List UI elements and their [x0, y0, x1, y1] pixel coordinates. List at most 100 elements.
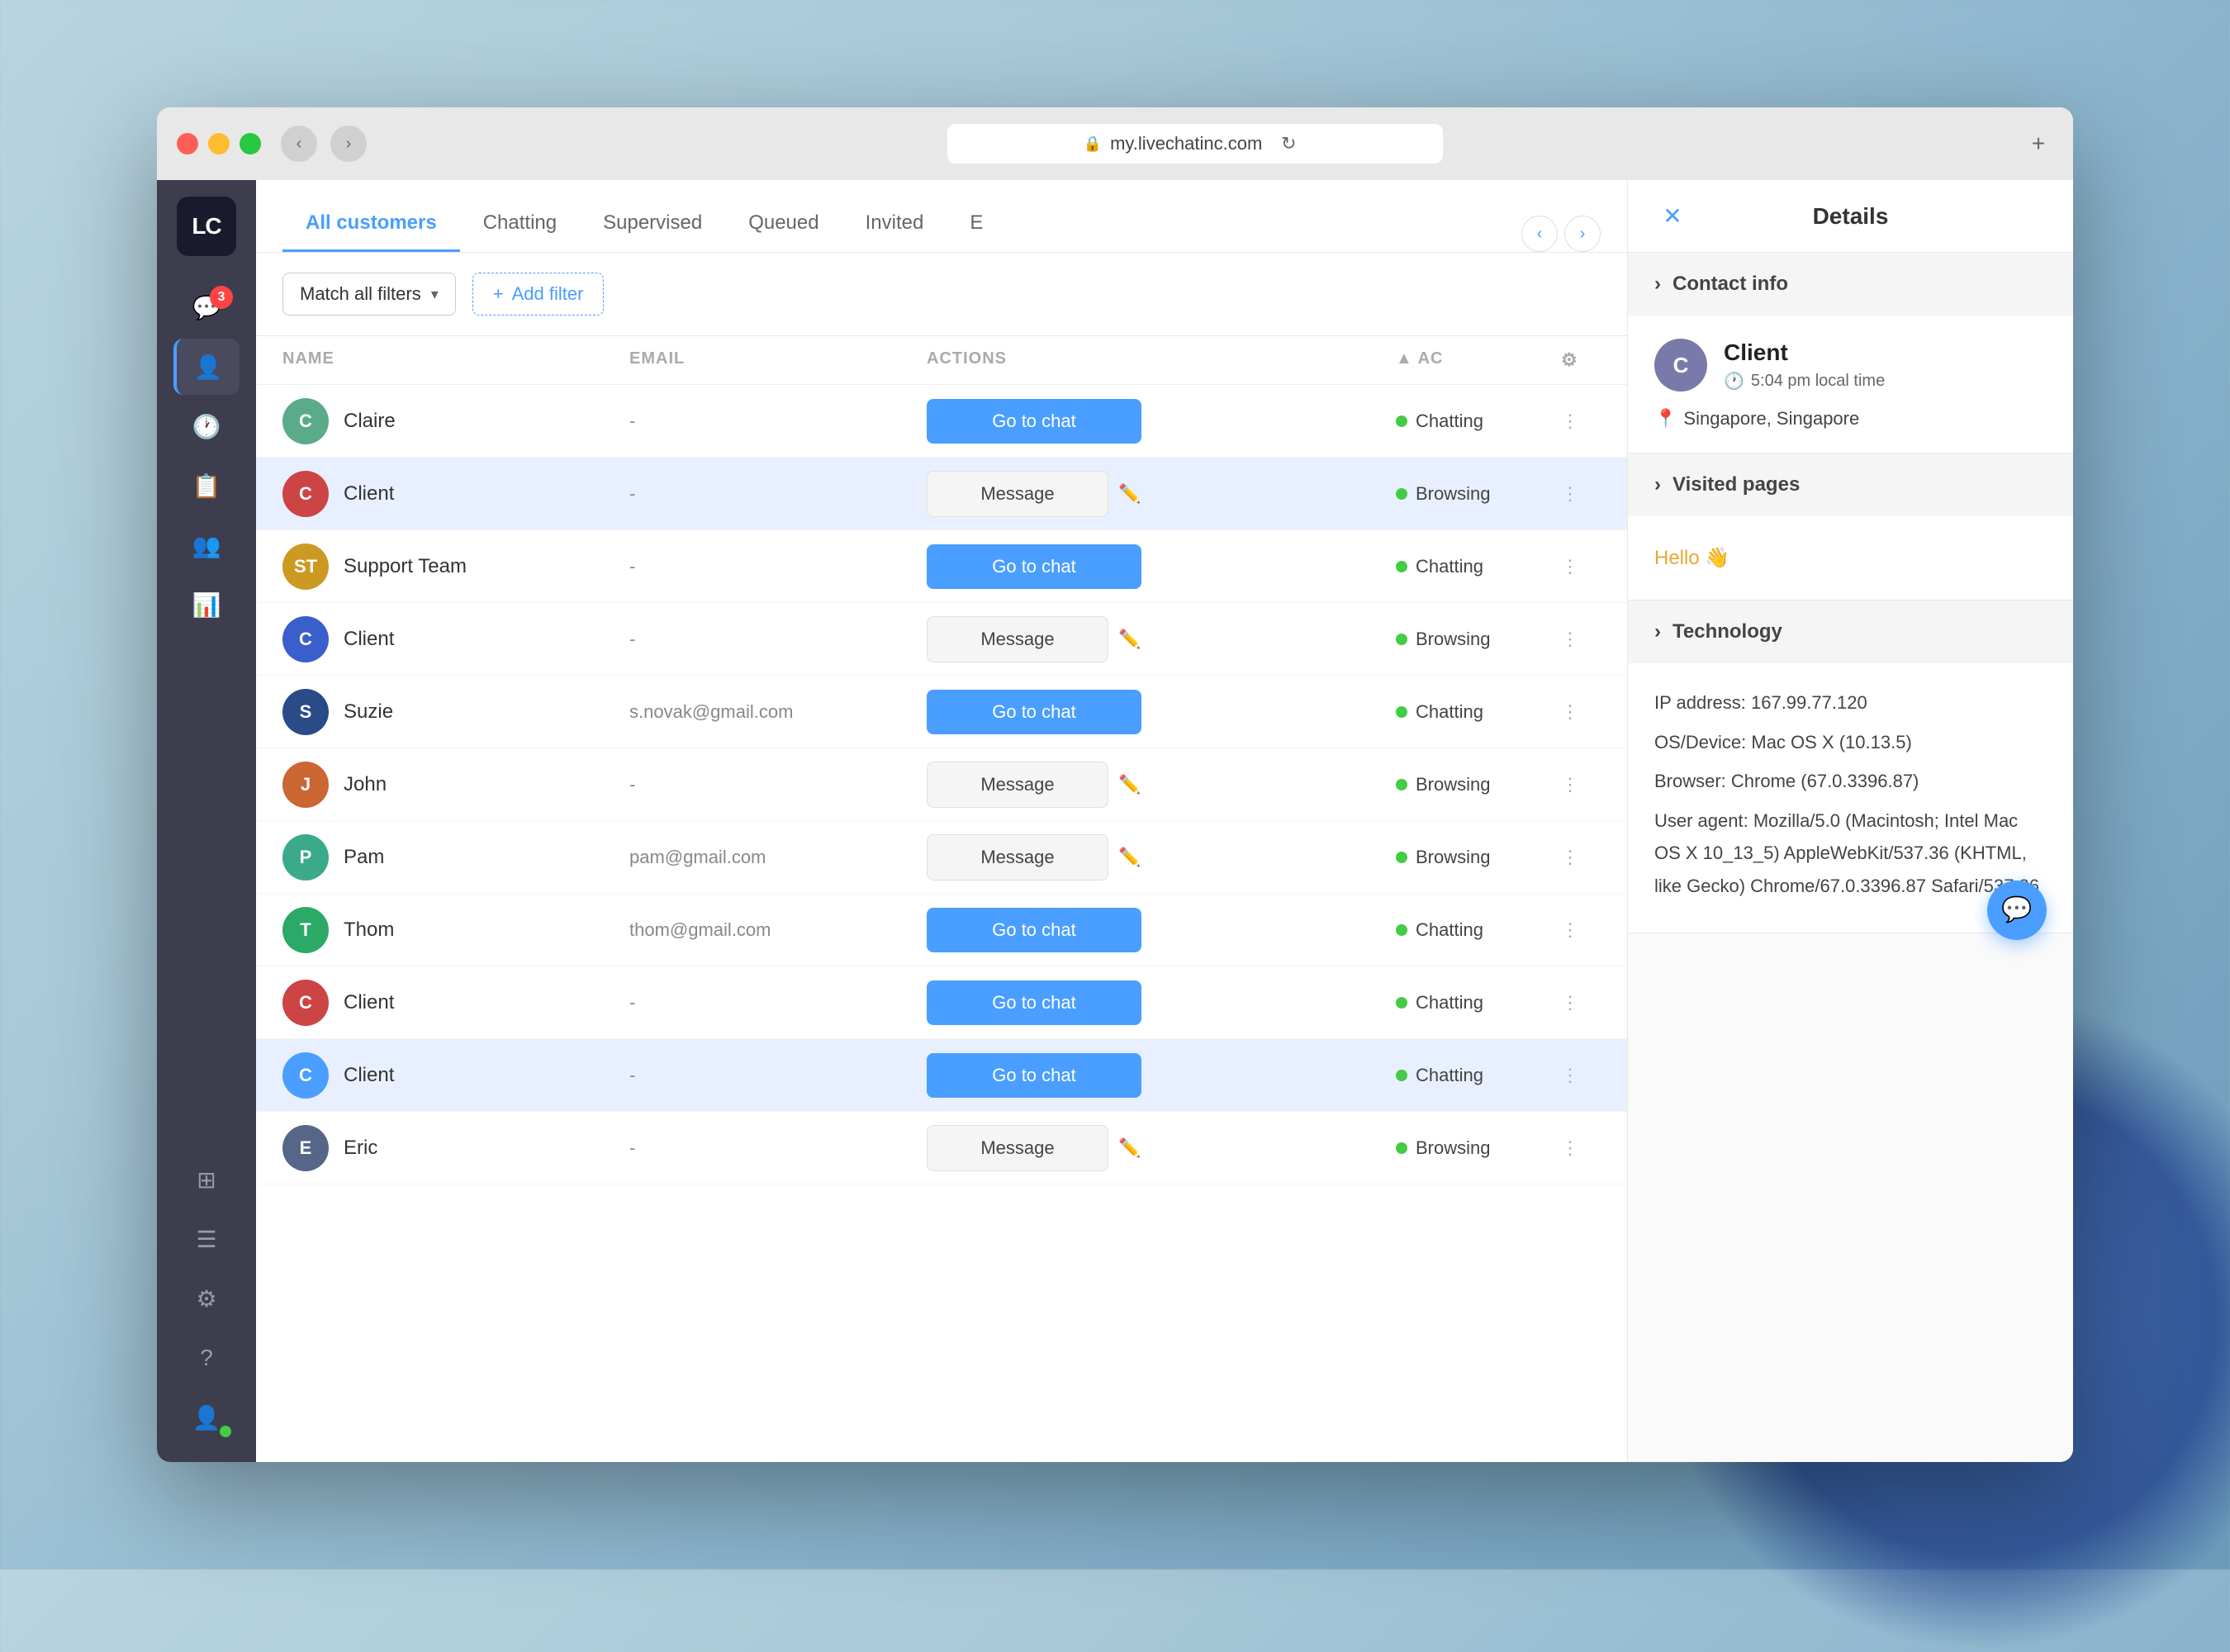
status-dot — [1396, 488, 1407, 500]
app-logo: LC — [177, 197, 236, 256]
tab-supervised[interactable]: Supervised — [580, 196, 725, 252]
customer-table: NAME EMAIL ACTIONS ▲ AC ⚙ C Claire - Go … — [256, 336, 1627, 1462]
sidebar-item-help[interactable]: ? — [173, 1330, 240, 1386]
status-dot — [1396, 1142, 1407, 1154]
status-text: Chatting — [1416, 556, 1483, 577]
customer-name: Client — [344, 991, 394, 1014]
col-actions: ACTIONS — [927, 349, 1396, 371]
col-name: NAME — [282, 349, 629, 371]
tab-invited[interactable]: Invited — [842, 196, 947, 252]
status-cell: Chatting — [1396, 701, 1561, 723]
edit-icon[interactable]: ✏️ — [1118, 629, 1141, 650]
refresh-button[interactable]: ↻ — [1270, 126, 1307, 162]
contact-info-header[interactable]: › Contact info — [1628, 253, 2073, 316]
message-button[interactable]: Message — [927, 1125, 1108, 1171]
sidebar-item-history[interactable]: 🕐 — [173, 398, 240, 454]
tab-prev-button[interactable]: ‹ — [1521, 216, 1558, 252]
go-to-chat-button[interactable]: Go to chat — [927, 544, 1141, 589]
sidebar-item-stats[interactable]: 📊 — [173, 577, 240, 633]
table-row: ST Support Team - Go to chat Chatting ⋮ — [256, 530, 1627, 603]
message-button[interactable]: Message — [927, 762, 1108, 808]
edit-icon[interactable]: ✏️ — [1118, 483, 1141, 505]
edit-icon[interactable]: ✏️ — [1118, 774, 1141, 795]
row-options[interactable]: ⋮ — [1561, 629, 1601, 650]
row-options[interactable]: ⋮ — [1561, 774, 1601, 795]
table-row: C Client - Go to chat Chatting ⋮ — [256, 1039, 1627, 1112]
go-to-chat-button[interactable]: Go to chat — [927, 399, 1141, 444]
tab-queued[interactable]: Queued — [725, 196, 842, 252]
customers-icon: 👤 — [194, 354, 223, 381]
sidebar: LC 💬 3 👤 🕐 📋 👥 📊 ⊞ — [157, 180, 256, 1462]
add-icon: + — [493, 283, 504, 305]
visited-chevron-icon: › — [1654, 473, 1661, 496]
col-sort[interactable]: ▲ AC — [1396, 349, 1561, 371]
name-cell: P Pam — [282, 834, 629, 881]
sidebar-item-settings[interactable]: ⚙ — [173, 1270, 240, 1327]
minimize-traffic-light[interactable] — [208, 133, 230, 154]
technology-header[interactable]: › Technology — [1628, 601, 2073, 663]
user-agent: User agent: Mozilla/5.0 (Macintosh; Inte… — [1654, 805, 2047, 903]
row-options[interactable]: ⋮ — [1561, 1065, 1601, 1086]
chat-fab-button[interactable]: 💬 — [1987, 881, 2047, 940]
forward-button[interactable]: › — [330, 126, 367, 162]
message-button[interactable]: Message — [927, 471, 1108, 517]
tab-chatting[interactable]: Chatting — [460, 196, 580, 252]
new-tab-button[interactable]: + — [2024, 129, 2053, 159]
edit-icon[interactable]: ✏️ — [1118, 847, 1141, 868]
traffic-lights — [177, 133, 261, 154]
customer-name: Client — [344, 482, 394, 506]
os-device: OS/Device: Mac OS X (10.13.5) — [1654, 726, 2047, 759]
message-button[interactable]: Message — [927, 616, 1108, 662]
details-close-button[interactable]: ✕ — [1654, 198, 1691, 235]
row-options[interactable]: ⋮ — [1561, 701, 1601, 723]
col-config-icon[interactable]: ⚙ — [1561, 349, 1601, 371]
status-cell: Chatting — [1396, 919, 1561, 941]
table-row: T Thom thom@gmail.com Go to chat Chattin… — [256, 894, 1627, 966]
sidebar-item-chat[interactable]: 💬 3 — [173, 279, 240, 335]
row-options[interactable]: ⋮ — [1561, 556, 1601, 577]
go-to-chat-button[interactable]: Go to chat — [927, 908, 1141, 952]
message-button[interactable]: Message — [927, 834, 1108, 881]
add-filter-button[interactable]: + Add filter — [472, 273, 605, 316]
status-text: Browsing — [1416, 483, 1490, 505]
tab-all-customers[interactable]: All customers — [282, 196, 460, 252]
go-to-chat-button[interactable]: Go to chat — [927, 690, 1141, 734]
sidebar-item-profile[interactable]: 👤 — [173, 1389, 240, 1446]
details-title: Details — [1813, 203, 1889, 230]
tab-more[interactable]: E — [947, 196, 1006, 252]
row-options[interactable]: ⋮ — [1561, 992, 1601, 1014]
go-to-chat-button[interactable]: Go to chat — [927, 980, 1141, 1025]
row-options[interactable]: ⋮ — [1561, 847, 1601, 868]
sidebar-item-customers[interactable]: 👤 — [173, 339, 240, 395]
email-cell: s.novak@gmail.com — [629, 701, 927, 723]
row-options[interactable]: ⋮ — [1561, 411, 1601, 432]
avatar: S — [282, 689, 329, 735]
address-bar[interactable]: 🔒 my.livechatinc.com ↻ — [947, 124, 1443, 164]
table-row: C Client - Message ✏️ Browsing ⋮ — [256, 458, 1627, 530]
visited-pages-section: › Visited pages Hello 👋 — [1628, 453, 2073, 601]
filter-dropdown[interactable]: Match all filters ▾ — [282, 273, 456, 316]
sidebar-item-grid[interactable]: ⊞ — [173, 1151, 240, 1208]
sidebar-item-team[interactable]: 👥 — [173, 517, 240, 573]
row-options[interactable]: ⋮ — [1561, 483, 1601, 505]
sidebar-item-menu[interactable]: ☰ — [173, 1211, 240, 1267]
contact-info-body: C Client 🕐 5:04 pm local time 📍 Singapor… — [1628, 316, 2073, 453]
row-options[interactable]: ⋮ — [1561, 1137, 1601, 1159]
sidebar-item-reports[interactable]: 📋 — [173, 458, 240, 514]
details-header: ✕ Details — [1628, 180, 2073, 253]
visited-pages-header[interactable]: › Visited pages — [1628, 453, 2073, 516]
row-options[interactable]: ⋮ — [1561, 919, 1601, 941]
edit-icon[interactable]: ✏️ — [1118, 1137, 1141, 1159]
tab-next-button[interactable]: › — [1564, 216, 1601, 252]
status-text: Chatting — [1416, 992, 1483, 1014]
status-dot — [1396, 779, 1407, 790]
back-button[interactable]: ‹ — [281, 126, 317, 162]
go-to-chat-button[interactable]: Go to chat — [927, 1053, 1141, 1098]
maximize-traffic-light[interactable] — [240, 133, 261, 154]
stats-icon: 📊 — [192, 591, 221, 619]
name-cell: C Client — [282, 471, 629, 517]
avatar: C — [282, 398, 329, 444]
action-cell: Message ✏️ — [927, 616, 1396, 662]
close-traffic-light[interactable] — [177, 133, 198, 154]
main-content: All customers Chatting Supervised Queued… — [256, 180, 1627, 1462]
